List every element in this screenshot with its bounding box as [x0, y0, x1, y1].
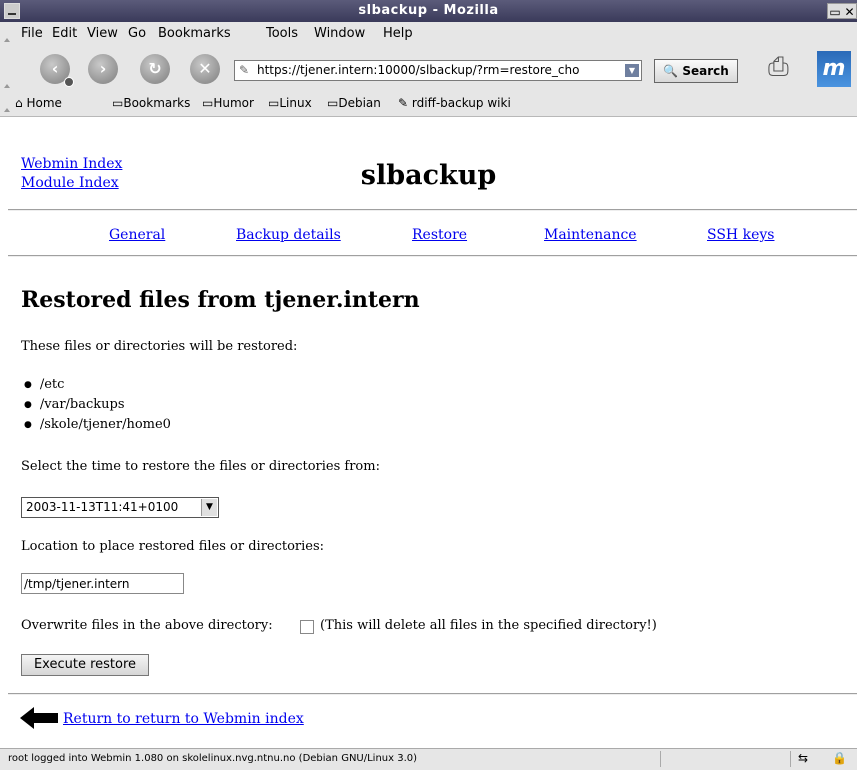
online-status-icon[interactable]: ⇆: [798, 751, 808, 765]
link-icon: ✎: [398, 96, 409, 110]
overwrite-label: Overwrite files in the above directory:: [21, 618, 273, 633]
folder-icon: ▭: [327, 96, 339, 110]
location-label: Location to place restored files or dire…: [21, 539, 325, 554]
menu-tools[interactable]: Tools: [266, 26, 298, 41]
window-controls[interactable]: ▭ ✕: [827, 3, 857, 19]
status-bar: root logged into Webmin 1.080 on skoleli…: [0, 748, 857, 770]
files-intro: These files or directories will be resto…: [21, 339, 298, 354]
bookmark-rdiff-label: rdiff-backup wiki: [411, 96, 511, 110]
tab-general[interactable]: General: [109, 227, 165, 243]
menu-view[interactable]: View: [87, 26, 118, 41]
home-icon: ⌂: [15, 96, 23, 110]
execute-restore-button[interactable]: Execute restore: [21, 654, 149, 676]
module-title: slbackup: [360, 160, 497, 191]
mozilla-logo-icon[interactable]: m: [817, 51, 851, 87]
folder-icon: ▭: [202, 96, 214, 110]
list-item: /skole/tjener/home0: [24, 417, 171, 432]
bookmark-humor[interactable]: ▭Humor: [202, 96, 254, 110]
restore-time-value: 2003-11-13T11:41+0100: [26, 500, 179, 514]
menu-window[interactable]: Window: [314, 26, 365, 41]
location-input[interactable]: [21, 573, 184, 594]
search-button[interactable]: 🔍 Search: [654, 59, 738, 83]
status-divider: [660, 751, 661, 767]
menu-bookmarks[interactable]: Bookmarks: [158, 26, 231, 41]
url-dropdown-icon[interactable]: ▼: [625, 64, 639, 77]
back-arrow-icon[interactable]: [20, 707, 58, 729]
chevron-down-icon[interactable]: ▼: [201, 499, 217, 516]
menu-file[interactable]: File: [21, 26, 43, 41]
list-item: /etc: [24, 377, 65, 392]
bookmark-rdiff-backup-wiki[interactable]: ✎ rdiff-backup wiki: [398, 96, 511, 110]
bookmark-home-label: Home: [26, 96, 62, 110]
divider: [8, 693, 857, 695]
list-item: /var/backups: [24, 397, 125, 412]
page-icon: ✎: [239, 63, 250, 77]
divider: [8, 209, 857, 211]
bookmark-home[interactable]: ⌂ Home: [15, 96, 62, 110]
menu-edit[interactable]: Edit: [52, 26, 77, 41]
back-history-icon[interactable]: [64, 77, 74, 87]
folder-icon: ▭: [112, 96, 124, 110]
page-content: Webmin Index Module Index slbackup Gener…: [0, 117, 857, 748]
overwrite-checkbox[interactable]: [300, 620, 314, 634]
return-link[interactable]: Return to return to Webmin index: [63, 711, 304, 727]
status-text: root logged into Webmin 1.080 on skoleli…: [8, 753, 418, 764]
status-divider: [790, 751, 791, 767]
overwrite-note: (This will delete all files in the speci…: [320, 618, 657, 633]
stop-icon[interactable]: ✕: [190, 54, 220, 84]
navbar-grip[interactable]: [3, 46, 10, 92]
bookmark-linux[interactable]: ▭Linux: [268, 96, 312, 110]
divider: [8, 255, 857, 257]
time-label: Select the time to restore the files or …: [21, 459, 380, 474]
page-heading: Restored files from tjener.intern: [21, 287, 420, 313]
menu-bar: File Edit View Go Bookmarks Tools Window…: [0, 22, 857, 47]
tab-backup-details[interactable]: Backup details: [236, 227, 341, 243]
search-label: Search: [682, 64, 729, 78]
url-text: https://tjener.intern:10000/slbackup/?rm…: [257, 63, 580, 77]
window-titlebar: slbackup - Mozilla ▭ ✕: [0, 0, 857, 22]
reload-icon[interactable]: ↻: [140, 54, 170, 84]
menu-help[interactable]: Help: [383, 26, 413, 41]
bookmarks-toolbar: ⌂ Home ▭Bookmarks ▭Humor ▭Linux ▭Debian …: [0, 92, 857, 117]
forward-icon[interactable]: ›: [88, 54, 118, 84]
folder-icon: ▭: [268, 96, 280, 110]
bookmark-humor-label: Humor: [213, 96, 254, 110]
bookmark-linux-label: Linux: [279, 96, 312, 110]
print-icon[interactable]: ⎙: [768, 52, 804, 84]
bookmark-bookmarks-label: Bookmarks: [123, 96, 191, 110]
window-title: slbackup - Mozilla: [358, 3, 499, 18]
back-icon[interactable]: ‹: [40, 54, 74, 87]
bookmark-debian[interactable]: ▭Debian: [327, 96, 381, 110]
overwrite-row: Overwrite files in the above directory:: [21, 618, 273, 633]
tab-ssh-keys[interactable]: SSH keys: [707, 227, 774, 243]
bookmark-bookmarks[interactable]: ▭Bookmarks: [112, 96, 190, 110]
tab-maintenance[interactable]: Maintenance: [544, 227, 637, 243]
lock-icon[interactable]: 🔒: [832, 751, 847, 765]
url-field[interactable]: ✎ https://tjener.intern:10000/slbackup/?…: [234, 60, 642, 81]
menubar-grip[interactable]: [3, 22, 10, 46]
restore-time-select[interactable]: 2003-11-13T11:41+0100 ▼: [21, 497, 219, 518]
tab-restore[interactable]: Restore: [412, 227, 467, 243]
bookmark-debian-label: Debian: [338, 96, 381, 110]
menu-go[interactable]: Go: [128, 26, 146, 41]
navigation-toolbar: ‹ › ↻ ✕ ✎ https://tjener.intern:10000/sl…: [0, 46, 857, 93]
bookmarks-grip[interactable]: [3, 92, 10, 116]
